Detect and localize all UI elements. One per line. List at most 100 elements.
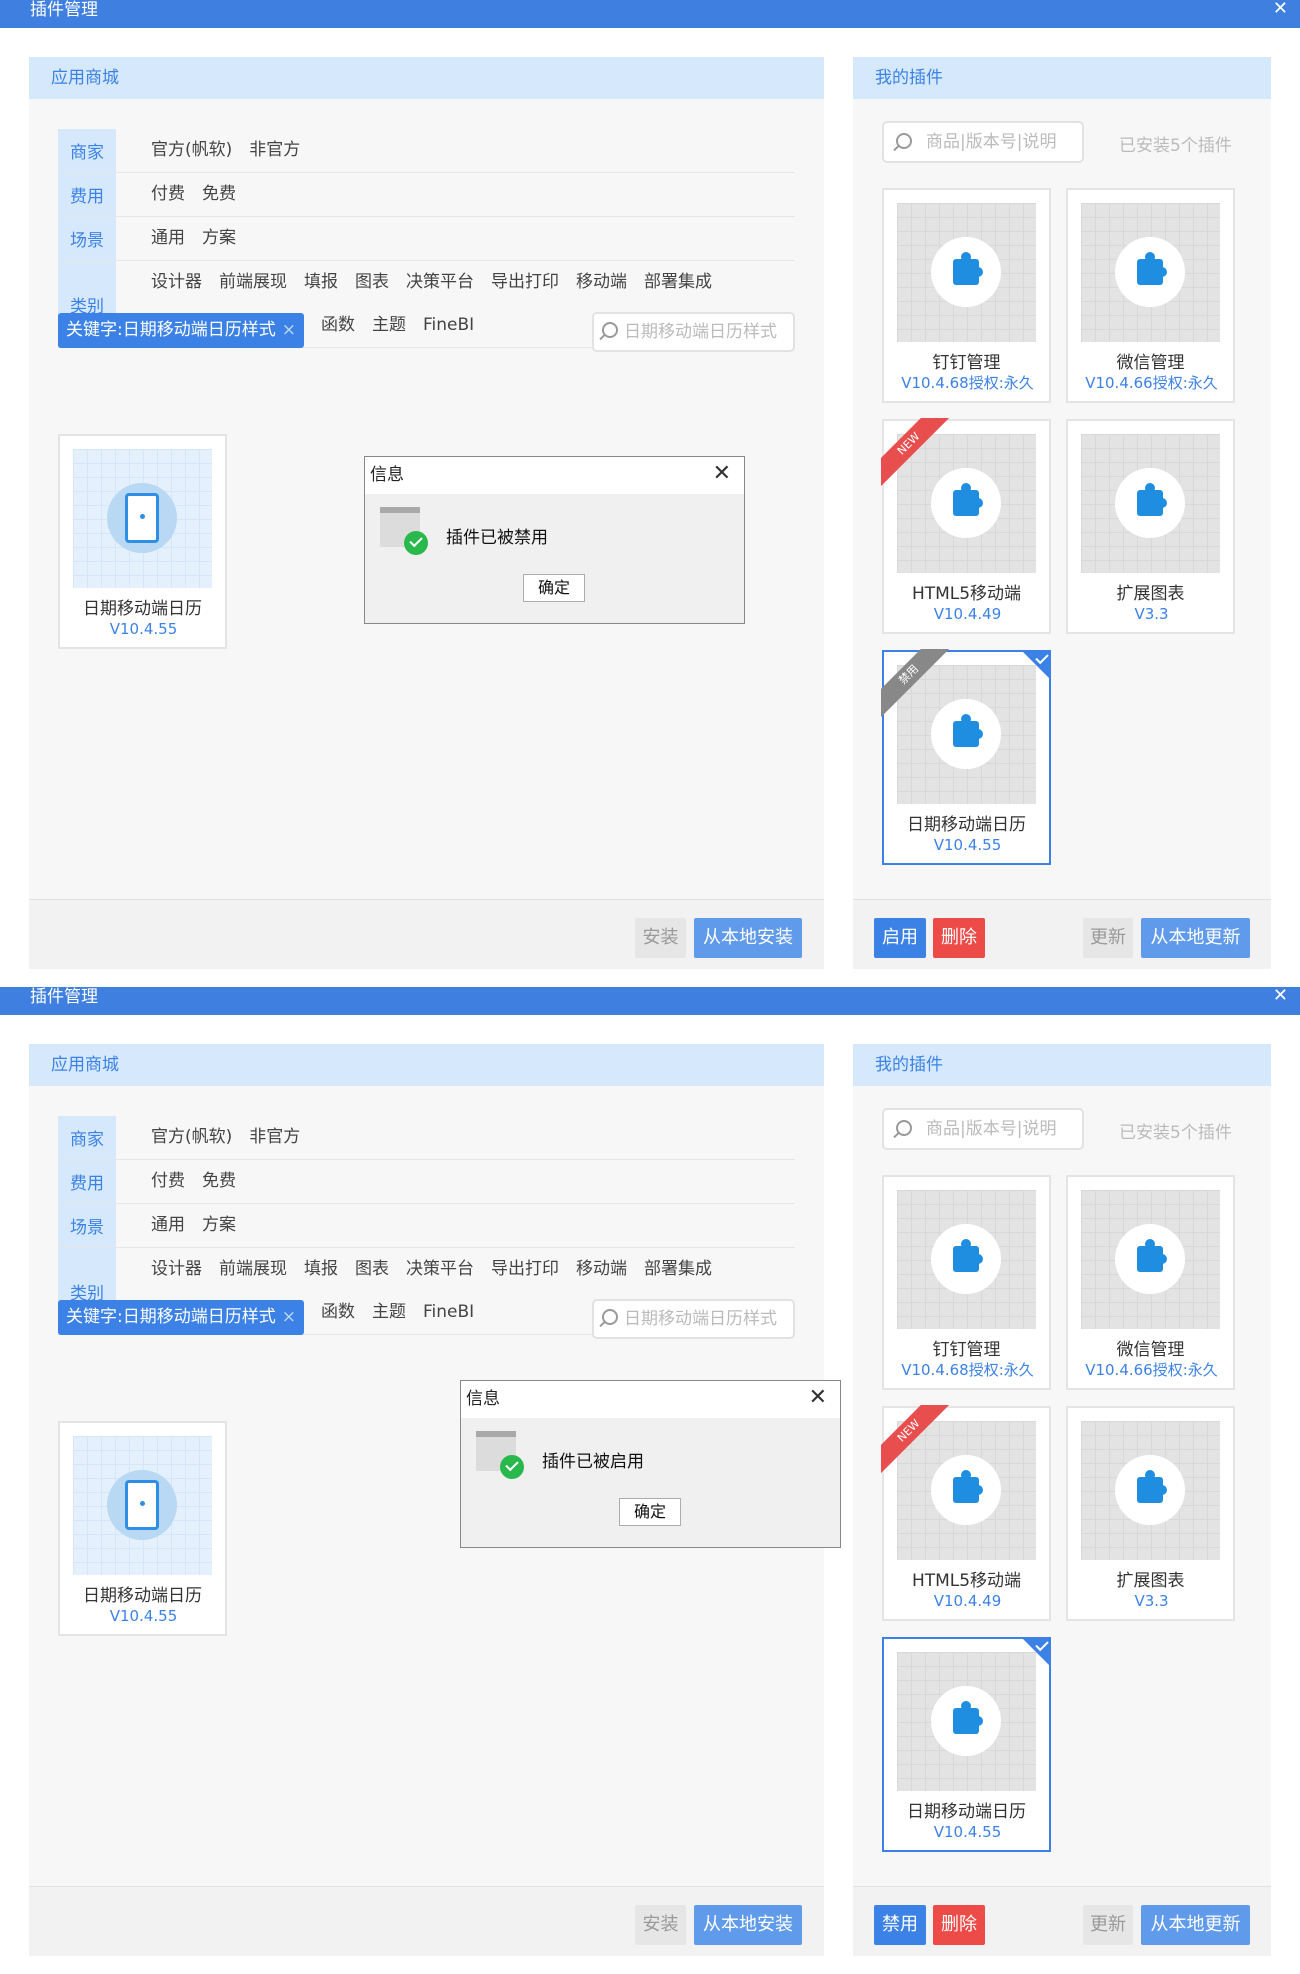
- filter-option-paid[interactable]: 付费: [151, 1160, 185, 1203]
- filter-option-general[interactable]: 通用: [151, 217, 185, 260]
- my-search-placeholder: 商品|版本号|说明: [926, 132, 1057, 152]
- update-local-button[interactable]: 从本地更新: [1141, 1905, 1250, 1945]
- close-icon[interactable]: ✕: [1273, 987, 1288, 1005]
- puzzle-icon: [953, 714, 983, 747]
- plugin-name: 日期移动端日历: [83, 599, 202, 619]
- plugin-version: V10.4.68授权:永久: [901, 1361, 1034, 1379]
- plugin-thumbnail: [73, 1436, 212, 1575]
- new-ribbon: NEW: [881, 418, 951, 488]
- dialog-ok-button[interactable]: 确定: [523, 574, 585, 602]
- install-button[interactable]: 安装: [635, 1905, 686, 1945]
- my-plugin-card-html5[interactable]: NEW HTML5移动端 V10.4.49: [881, 418, 1051, 634]
- dialog-ok-button[interactable]: 确定: [619, 1498, 681, 1526]
- keyword-tag-close-icon[interactable]: ×: [282, 1307, 296, 1327]
- filter-option-designer[interactable]: 设计器: [151, 261, 202, 304]
- my-plugins-search-input[interactable]: 商品|版本号|说明: [882, 121, 1084, 163]
- filter-option-platform[interactable]: 决策平台: [406, 261, 474, 304]
- filter-option-official[interactable]: 官方(帆软): [151, 1116, 232, 1159]
- app-store-title: 应用商城: [29, 1044, 824, 1086]
- filter-option-chart[interactable]: 图表: [355, 261, 389, 304]
- dialog-title: 信息: [365, 457, 744, 494]
- filter-option-mobile[interactable]: 移动端: [576, 1248, 627, 1291]
- delete-button[interactable]: 删除: [933, 918, 985, 958]
- update-button[interactable]: 更新: [1083, 1905, 1133, 1945]
- filter-option-official[interactable]: 官方(帆软): [151, 129, 232, 172]
- filter-option-frontend[interactable]: 前端展现: [219, 1248, 287, 1291]
- my-plugin-card-wechat[interactable]: 微信管理 V10.4.66授权:永久: [1066, 188, 1235, 403]
- filter-option-free[interactable]: 免费: [202, 173, 236, 216]
- check-icon: [404, 531, 428, 555]
- keyword-tag-close-icon[interactable]: ×: [282, 320, 296, 340]
- plugin-version: V10.4.66授权:永久: [1085, 374, 1218, 392]
- my-plugins-footer: 启用 删除 更新 从本地更新: [853, 899, 1271, 969]
- mobile-calendar-icon: [125, 1480, 159, 1530]
- install-local-button[interactable]: 从本地安装: [694, 918, 802, 958]
- install-local-button[interactable]: 从本地安装: [694, 1905, 802, 1945]
- filter-option-fill[interactable]: 填报: [304, 1248, 338, 1291]
- installed-count: 已安装5个插件: [1119, 136, 1232, 156]
- update-local-button[interactable]: 从本地更新: [1141, 918, 1250, 958]
- filter-option-solution[interactable]: 方案: [202, 1204, 236, 1247]
- install-button[interactable]: 安装: [635, 918, 686, 958]
- enable-button[interactable]: 启用: [874, 918, 926, 958]
- filter-option-solution[interactable]: 方案: [202, 217, 236, 260]
- plugin-manager-window-1: 插件管理 ✕ 应用商城 商家 官方(帆软) 非官方 费用 付费 免费 场景 通用…: [0, 0, 1300, 987]
- plugin-name: 日期移动端日历: [907, 815, 1026, 835]
- filter-option-deploy[interactable]: 部署集成: [644, 1248, 712, 1291]
- search-icon: [896, 133, 912, 149]
- filter-option-free[interactable]: 免费: [202, 1160, 236, 1203]
- puzzle-icon: [1137, 483, 1167, 516]
- puzzle-icon: [953, 1470, 983, 1503]
- filter-option-designer[interactable]: 设计器: [151, 1248, 202, 1291]
- filter-option-fill[interactable]: 填报: [304, 261, 338, 304]
- my-plugin-card-calendar[interactable]: 日期移动端日历 V10.4.55: [882, 1637, 1051, 1852]
- delete-button[interactable]: 删除: [933, 1905, 985, 1945]
- my-plugin-card-html5[interactable]: NEW HTML5移动端 V10.4.49: [881, 1405, 1051, 1621]
- dialog-close-icon[interactable]: ✕: [713, 461, 731, 486]
- filter-option-platform[interactable]: 决策平台: [406, 1248, 474, 1291]
- store-search-input[interactable]: 日期移动端日历样式: [592, 312, 795, 352]
- filter-option-unofficial[interactable]: 非官方: [249, 129, 300, 172]
- plugin-version: V10.4.49: [933, 1592, 1002, 1610]
- filter-label-scene: 场景: [58, 217, 116, 260]
- close-icon[interactable]: ✕: [1273, 0, 1288, 18]
- my-plugins-panel: 我的插件 商品|版本号|说明 已安装5个插件 钉钉管理 V10.4.68授权:永…: [853, 57, 1271, 969]
- filter-option-frontend[interactable]: 前端展现: [219, 261, 287, 304]
- filter-option-theme[interactable]: 主题: [372, 1291, 406, 1334]
- my-plugin-card-calendar[interactable]: 禁用 日期移动端日历 V10.4.55: [881, 649, 1051, 865]
- my-plugin-card-ext-chart[interactable]: 扩展图表 V3.3: [1066, 419, 1235, 634]
- filter-option-export[interactable]: 导出打印: [491, 261, 559, 304]
- my-plugin-card-dingtalk[interactable]: 钉钉管理 V10.4.68授权:永久: [882, 1175, 1051, 1390]
- store-plugin-card[interactable]: 日期移动端日历 V10.4.55: [58, 434, 227, 649]
- filter-option-function[interactable]: 函数: [321, 304, 355, 347]
- filter-option-chart[interactable]: 图表: [355, 1248, 389, 1291]
- app-store-title: 应用商城: [29, 57, 824, 99]
- filter-option-finebi[interactable]: FineBI: [423, 1291, 474, 1334]
- filter-option-general[interactable]: 通用: [151, 1204, 185, 1247]
- my-plugins-search-input[interactable]: 商品|版本号|说明: [882, 1108, 1084, 1150]
- filter-option-theme[interactable]: 主题: [372, 304, 406, 347]
- my-plugin-card-dingtalk[interactable]: 钉钉管理 V10.4.68授权:永久: [882, 188, 1051, 403]
- dialog-message: 插件已被禁用: [446, 528, 548, 548]
- success-icon: [380, 507, 428, 555]
- mobile-calendar-icon: [125, 493, 159, 543]
- filter-option-deploy[interactable]: 部署集成: [644, 261, 712, 304]
- filter-option-unofficial[interactable]: 非官方: [249, 1116, 300, 1159]
- filter-row-fee: 费用 付费 免费: [58, 173, 795, 217]
- my-plugins-panel: 我的插件 商品|版本号|说明 已安装5个插件 钉钉管理 V10.4.68授权:永…: [853, 1044, 1271, 1956]
- filter-option-mobile[interactable]: 移动端: [576, 261, 627, 304]
- filter-option-paid[interactable]: 付费: [151, 173, 185, 216]
- new-ribbon: NEW: [881, 1405, 951, 1475]
- info-dialog: 信息 ✕ 插件已被启用 确定: [460, 1380, 841, 1548]
- update-button[interactable]: 更新: [1083, 918, 1133, 958]
- filter-option-export[interactable]: 导出打印: [491, 1248, 559, 1291]
- my-plugin-card-wechat[interactable]: 微信管理 V10.4.66授权:永久: [1066, 1175, 1235, 1390]
- filter-option-function[interactable]: 函数: [321, 1291, 355, 1334]
- my-plugin-card-ext-chart[interactable]: 扩展图表 V3.3: [1066, 1406, 1235, 1621]
- window-titlebar: 插件管理 ✕: [0, 987, 1300, 1015]
- disable-button[interactable]: 禁用: [874, 1905, 926, 1945]
- store-search-input[interactable]: 日期移动端日历样式: [592, 1299, 795, 1339]
- dialog-close-icon[interactable]: ✕: [809, 1385, 827, 1410]
- filter-option-finebi[interactable]: FineBI: [423, 304, 474, 347]
- store-plugin-card[interactable]: 日期移动端日历 V10.4.55: [58, 1421, 227, 1636]
